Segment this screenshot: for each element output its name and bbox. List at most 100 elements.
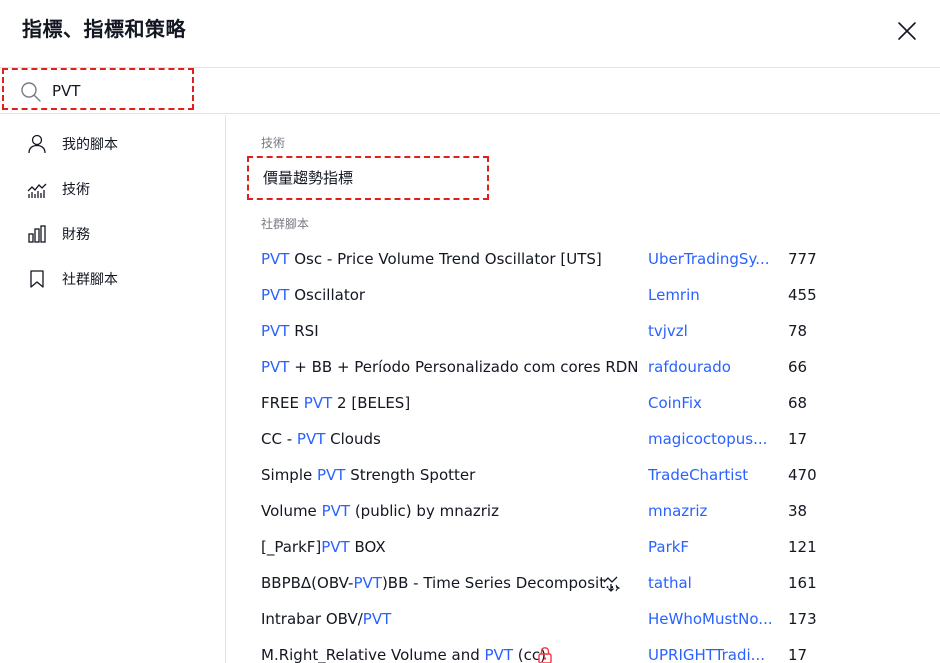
script-name: BBPBΔ(OBV-PVT)BB - Time Series Decomposi… (261, 572, 621, 594)
sidebar-item-label: 技術 (62, 182, 90, 198)
script-like-count: 470 (788, 466, 817, 484)
script-author-link[interactable]: ParkF (648, 536, 778, 558)
bookmark-icon (30, 270, 44, 288)
script-like-count: 17 (788, 430, 808, 448)
script-name-suffix: Strength Spotter (345, 466, 476, 484)
script-like-count: 121 (788, 538, 817, 556)
script-name-suffix: Oscillator (289, 286, 366, 304)
script-like-count: 777 (788, 250, 817, 268)
search-input[interactable] (52, 78, 192, 104)
script-like-count: 455 (788, 286, 817, 304)
user-icon (28, 134, 46, 154)
script-name-prefix: [_ParkF] (261, 538, 322, 556)
script-name: PVT Oscillator (261, 284, 621, 306)
script-name-suffix: 2 [BELES] (332, 394, 411, 412)
script-name-suffix: Osc - Price Volume Trend Oscillator [UTS… (289, 250, 602, 268)
dialog-title: 指標、指標和策略 (22, 17, 186, 41)
script-author-link[interactable]: magicoctopus... (648, 428, 778, 450)
sidebar-item-community-scripts[interactable]: 社群腳本 (0, 258, 226, 302)
sidebar-item-my-scripts[interactable]: 我的腳本 (0, 123, 226, 167)
script-author-link[interactable]: Lemrin (648, 284, 778, 306)
script-name-prefix: FREE (261, 394, 304, 412)
script-author-link[interactable]: UberTradingSy... (648, 248, 778, 270)
script-row[interactable]: Simple PVT Strength Spotter TradeChartist… (227, 457, 940, 493)
script-name: FREE PVT 2 [BELES] (261, 392, 621, 414)
script-row[interactable]: PVT Oscillator Lemrin 455 (227, 277, 940, 313)
search-box (2, 68, 194, 110)
search-match-highlight: PVT (261, 286, 290, 304)
sidebar: 我的腳本 技術 財務 社群腳本 (0, 115, 226, 663)
script-author-link[interactable]: HeWhoMustNo... (648, 608, 778, 630)
search-match-highlight: PVT (321, 538, 350, 556)
script-like-count: 161 (788, 574, 817, 592)
sidebar-item-financial[interactable]: 財務 (0, 213, 226, 257)
script-author-link[interactable]: UPRIGHTTradi... (648, 644, 778, 663)
indicators-dialog: 指標、指標和策略 我的腳本 (0, 0, 940, 663)
script-like-count: 173 (788, 610, 817, 628)
script-row[interactable]: Intrabar OBV/PVT HeWhoMustNo... 173 (227, 601, 940, 637)
search-match-highlight: PVT (484, 646, 513, 663)
search-match-highlight: PVT (353, 574, 382, 592)
script-name-prefix: Intrabar OBV/ (261, 610, 363, 628)
close-button[interactable] (892, 16, 922, 46)
script-name-suffix: BOX (349, 538, 386, 556)
script-row[interactable]: PVT + BB + Período Personalizado com cor… (227, 349, 940, 385)
script-name: Intrabar OBV/PVT (261, 608, 621, 630)
script-name-suffix: RSI (289, 322, 319, 340)
script-name-prefix: BBPBΔ(OBV- (261, 574, 354, 592)
script-name: PVT + BB + Período Personalizado com cor… (261, 356, 639, 378)
script-author-link[interactable]: tathal (648, 572, 778, 594)
script-name: PVT RSI (261, 320, 621, 342)
script-author-link[interactable]: mnazriz (648, 500, 778, 522)
script-like-count: 68 (788, 394, 808, 412)
script-name-suffix: (public) by mnazriz (350, 502, 499, 520)
script-row[interactable]: M.Right_Relative Volume and PVT (cc) UPRI… (227, 637, 940, 663)
script-name: PVT Osc - Price Volume Trend Oscillator … (261, 248, 621, 270)
script-row[interactable]: [_ParkF]PVT BOX ParkF 121 (227, 529, 940, 565)
search-match-highlight: PVT (261, 358, 290, 376)
script-author-link[interactable]: CoinFix (648, 392, 778, 414)
script-name-suffix: Clouds (325, 430, 381, 448)
script-name-prefix: CC - (261, 430, 297, 448)
results-panel: 技術 價量趨勢指標 社群腳本 PVT Osc - Price Volume Tr… (227, 115, 940, 663)
script-like-count: 17 (788, 646, 808, 663)
script-name: [_ParkF]PVT BOX (261, 536, 621, 558)
section-label-community: 社群腳本 (261, 217, 310, 231)
script-author-link[interactable]: TradeChartist (648, 464, 778, 486)
script-row[interactable]: FREE PVT 2 [BELES] CoinFix 68 (227, 385, 940, 421)
script-like-count: 38 (788, 502, 808, 520)
dialog-header: 指標、指標和策略 (0, 0, 940, 68)
script-row[interactable]: BBPBΔ(OBV-PVT)BB - Time Series Decomposi… (227, 565, 940, 601)
search-icon (21, 82, 41, 102)
sidebar-item-label: 我的腳本 (62, 137, 118, 153)
script-row[interactable]: Volume PVT (public) by mnazriz mnazriz 38 (227, 493, 940, 529)
script-name: M.Right_Relative Volume and PVT (cc) (261, 644, 621, 663)
technical-result-item[interactable]: 價量趨勢指標 (247, 156, 489, 200)
script-author-link[interactable]: tvjvzl (648, 320, 778, 342)
financial-bars-icon (28, 225, 46, 243)
lock-icon (538, 647, 552, 663)
script-name-prefix: M.Right_Relative Volume and (261, 646, 485, 663)
search-row (0, 68, 940, 114)
script-like-count: 66 (788, 358, 808, 376)
technical-chart-icon (27, 183, 47, 198)
search-match-highlight: PVT (317, 466, 346, 484)
script-author-link[interactable]: rafdourado (648, 356, 778, 378)
search-match-highlight: PVT (321, 502, 351, 520)
search-match-highlight: PVT (303, 394, 333, 412)
close-icon (898, 22, 916, 40)
script-row[interactable]: PVT RSI tvjvzl 78 (227, 313, 940, 349)
script-row[interactable]: PVT Osc - Price Volume Trend Oscillator … (227, 241, 940, 277)
script-name-prefix: Simple (261, 466, 317, 484)
technical-result-label: 價量趨勢指標 (263, 169, 354, 187)
sidebar-item-label: 社群腳本 (62, 272, 118, 288)
sidebar-item-label: 財務 (62, 227, 90, 243)
script-name: Volume PVT (public) by mnazriz (261, 500, 621, 522)
sparkle-arrow-icon (603, 576, 621, 592)
sidebar-item-technical[interactable]: 技術 (0, 168, 226, 212)
script-like-count: 78 (788, 322, 808, 340)
script-name-prefix: Volume (261, 502, 322, 520)
search-match-highlight: PVT (362, 610, 392, 628)
script-row[interactable]: CC - PVT Clouds magicoctopus... 17 (227, 421, 940, 457)
script-name: Simple PVT Strength Spotter (261, 464, 621, 486)
